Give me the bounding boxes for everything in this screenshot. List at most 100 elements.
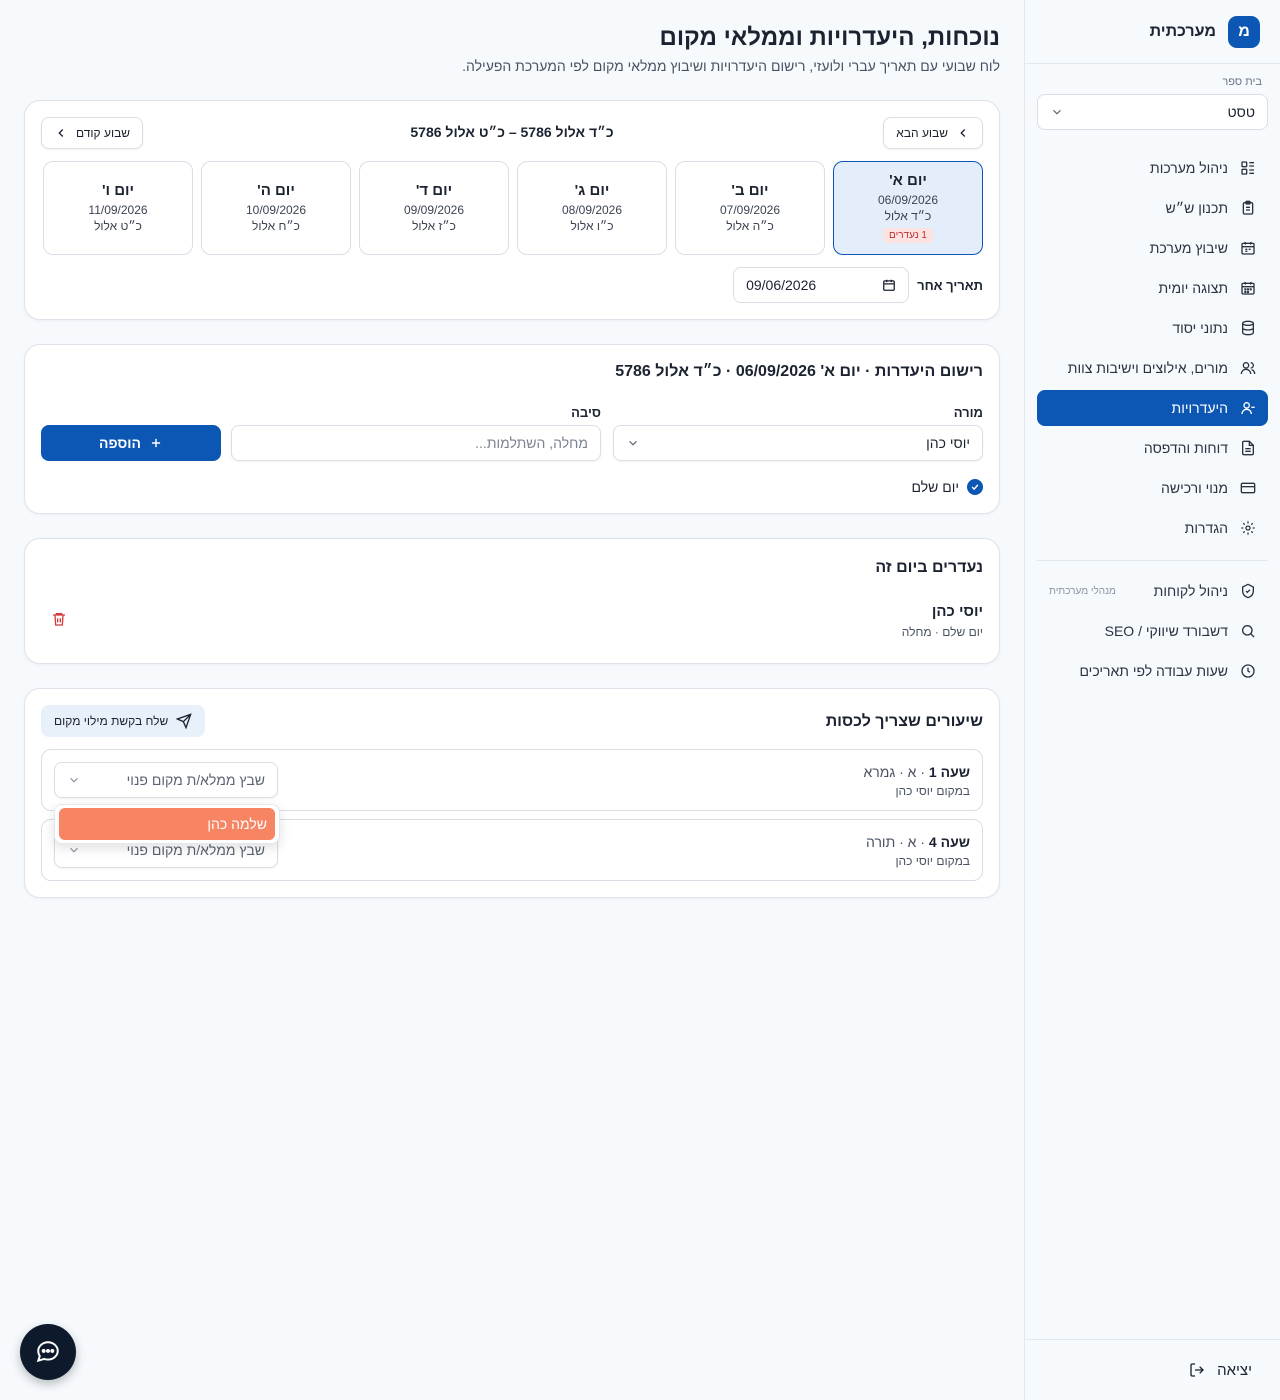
users-icon — [1240, 362, 1256, 375]
sidebar-nav: ניהול מערכות תכנון ש״ש שיבוץ מערכת תצוגה… — [1025, 150, 1280, 689]
day-date: 09/09/2026 — [403, 203, 465, 217]
substitute-select-placeholder: שבץ ממלא/ת מקום פנוי — [126, 772, 265, 788]
sidebar-item-label: מנוי ורכישה — [1160, 480, 1228, 496]
sidebar-item-label: הגדרות — [1184, 520, 1228, 536]
reason-label: סיבה — [571, 405, 601, 420]
sidebar-item-label: תצוגה יומית — [1158, 280, 1228, 296]
reason-placeholder: מחלה, השתלמות... — [475, 435, 588, 451]
sidebar-item-teachers[interactable]: מורים, אילוצים וישיבות צוות — [1037, 350, 1268, 386]
other-date-label: תאריך אחר — [917, 277, 983, 293]
sidebar-item-daily-view[interactable]: תצוגה יומית — [1037, 270, 1268, 306]
day-card-tue[interactable]: יום ג' 08/09/2026 כ״ו אלול — [517, 161, 667, 255]
sidebar-item-customers[interactable]: ניהול לקוחות מנהלי מערכתית — [1037, 573, 1268, 609]
day-name: יום ו' — [101, 182, 135, 199]
day-card-fri[interactable]: יום ו' 11/09/2026 כ״ט אלול — [43, 161, 193, 255]
nav-divider — [1037, 560, 1268, 561]
day-card-mon[interactable]: יום ב' 07/09/2026 כ״ה אלול — [675, 161, 825, 255]
chat-button[interactable] — [20, 1324, 76, 1380]
plus-icon — [151, 438, 161, 448]
day-hebrew-date: כ״ו אלול — [570, 219, 614, 233]
chevron-down-icon — [629, 440, 637, 446]
brand-logo: מ — [1228, 15, 1260, 48]
send-substitute-request-button[interactable]: שלח בקשת מילוי מקום — [41, 705, 206, 737]
day-name: יום א' — [889, 172, 927, 189]
full-day-checkbox[interactable]: יום שלם — [911, 479, 983, 495]
document-icon — [1242, 440, 1254, 456]
lessons-card: שיעורים שצריך לכסות שלח בקשת מילוי מקום … — [24, 688, 1000, 898]
sidebar-item-absences[interactable]: היעדרויות — [1037, 390, 1268, 426]
other-date-row: תאריך אחר 09/06/2026 — [733, 267, 983, 303]
lesson-hour: שעה 4 — [928, 834, 970, 850]
absent-teacher-detail: יום שלם · מחלה — [901, 625, 983, 639]
day-hebrew-date: כ״ד אלול — [884, 209, 932, 223]
admin-badge: מנהלי מערכתית — [1049, 585, 1116, 597]
sidebar-item-scheduling[interactable]: שיבוץ מערכת — [1037, 230, 1268, 266]
sidebar-item-work-hours[interactable]: שעות עבודה לפי תאריכים — [1037, 653, 1268, 689]
credit-card-icon — [1240, 482, 1256, 494]
sidebar-item-label: תכנון ש״ש — [1165, 200, 1228, 216]
main-content: נוכחות, היעדרויות וממלאי מקום לוח שבועי … — [24, 0, 1000, 898]
dropdown-option[interactable]: שלמה כהן — [59, 808, 275, 840]
lesson-title: שעה 1 · א · גמרא — [863, 764, 970, 780]
day-hebrew-date: כ״ז אלול — [412, 219, 456, 233]
trash-icon[interactable] — [51, 611, 67, 627]
sidebar-item-label: ניהול לקוחות — [1153, 583, 1228, 599]
reason-input[interactable]: מחלה, השתלמות... — [231, 425, 601, 461]
sidebar-item-label: מורים, אילוצים וישיבות צוות — [1067, 360, 1228, 376]
sidebar-item-label: דשבורד שיווקי / SEO — [1104, 623, 1228, 639]
sidebar-item-seo[interactable]: דשבורד שיווקי / SEO — [1037, 613, 1268, 649]
substitute-select[interactable]: שבץ ממלא/ת מקום פנוי — [54, 762, 278, 798]
sidebar-item-reports[interactable]: דוחות והדפסה — [1037, 430, 1268, 466]
teacher-label: מורה — [953, 405, 983, 420]
absence-form-title: רישום היעדרות · יום א' 06/09/2026 · כ״ד … — [615, 363, 983, 380]
add-absence-button[interactable]: הוספה — [41, 425, 221, 461]
brand-name: מערכתית — [1149, 22, 1216, 40]
logout-button[interactable]: יציאה — [1024, 1339, 1280, 1400]
school-select-value: טסט — [1227, 104, 1255, 120]
sidebar-item-base-data[interactable]: נתוני יסוד — [1037, 310, 1268, 346]
school-select[interactable]: טסט — [1037, 94, 1268, 130]
lessons-title: שיעורים שצריך לכסות — [825, 713, 983, 730]
next-week-label: שבוע הבא — [896, 126, 948, 140]
day-date: 08/09/2026 — [561, 203, 623, 217]
day-hebrew-date: כ״ט אלול — [94, 219, 142, 233]
send-substitute-label: שלח בקשת מילוי מקום — [54, 714, 169, 728]
chevron-down-icon — [70, 847, 78, 853]
next-week-button[interactable]: שבוע הבא — [883, 117, 983, 149]
clipboard-icon — [1242, 200, 1254, 215]
other-date-input[interactable]: 09/06/2026 — [733, 267, 910, 303]
day-card-wed[interactable]: יום ד' 09/09/2026 כ״ז אלול — [359, 161, 509, 255]
sidebar-item-systems[interactable]: ניהול מערכות — [1037, 150, 1268, 186]
teacher-select[interactable]: יוסי כהן — [613, 425, 983, 461]
sidebar-item-subscription[interactable]: מנוי ורכישה — [1037, 470, 1268, 506]
school-label: בית ספר — [1222, 76, 1262, 88]
lesson-title: שעה 4 · א · תורה — [866, 834, 970, 850]
page-title: נוכחות, היעדרויות וממלאי מקום — [659, 24, 1000, 51]
day-card-thu[interactable]: יום ה' 10/09/2026 כ״ח אלול — [201, 161, 351, 255]
prev-week-button[interactable]: שבוע קודם — [41, 117, 143, 149]
sidebar-item-hours-planning[interactable]: תכנון ש״ש — [1037, 190, 1268, 226]
add-absence-label: הוספה — [99, 435, 141, 451]
lesson-class-subject: · א · תורה — [866, 834, 929, 850]
lesson-instead: במקום יוסי כהן — [895, 854, 970, 868]
chat-bubble-icon — [36, 1341, 59, 1363]
sidebar-item-settings[interactable]: הגדרות — [1037, 510, 1268, 546]
absent-list-title: נעדרים ביום זה — [875, 559, 983, 576]
sidebar-item-label: נתוני יסוד — [1172, 320, 1228, 336]
lesson-row: שעה 1 · א · גמרא במקום יוסי כהן שבץ ממלא… — [41, 749, 983, 811]
day-card-sun[interactable]: יום א' 06/09/2026 כ״ד אלול 1 נעדרים — [833, 161, 983, 255]
lesson-instead: במקום יוסי כהן — [895, 784, 970, 798]
week-days: יום א' 06/09/2026 כ״ד אלול 1 נעדרים יום … — [41, 161, 983, 255]
send-icon — [176, 713, 193, 729]
user-minus-icon — [1241, 402, 1255, 415]
prev-week-label: שבוע קודם — [76, 126, 130, 140]
logout-icon — [1190, 1363, 1205, 1377]
sidebar: מ מערכתית בית ספר טסט ניהול מערכות תכנון… — [1024, 0, 1280, 1400]
day-date: 07/09/2026 — [719, 203, 781, 217]
gear-icon — [1241, 521, 1255, 535]
day-name: יום ב' — [731, 182, 769, 199]
chevron-left-icon — [58, 129, 64, 137]
lesson-class-subject: · א · גמרא — [863, 764, 929, 780]
day-date: 11/09/2026 — [88, 203, 148, 217]
substitute-select-placeholder: שבץ ממלא/ת מקום פנוי — [126, 842, 265, 858]
